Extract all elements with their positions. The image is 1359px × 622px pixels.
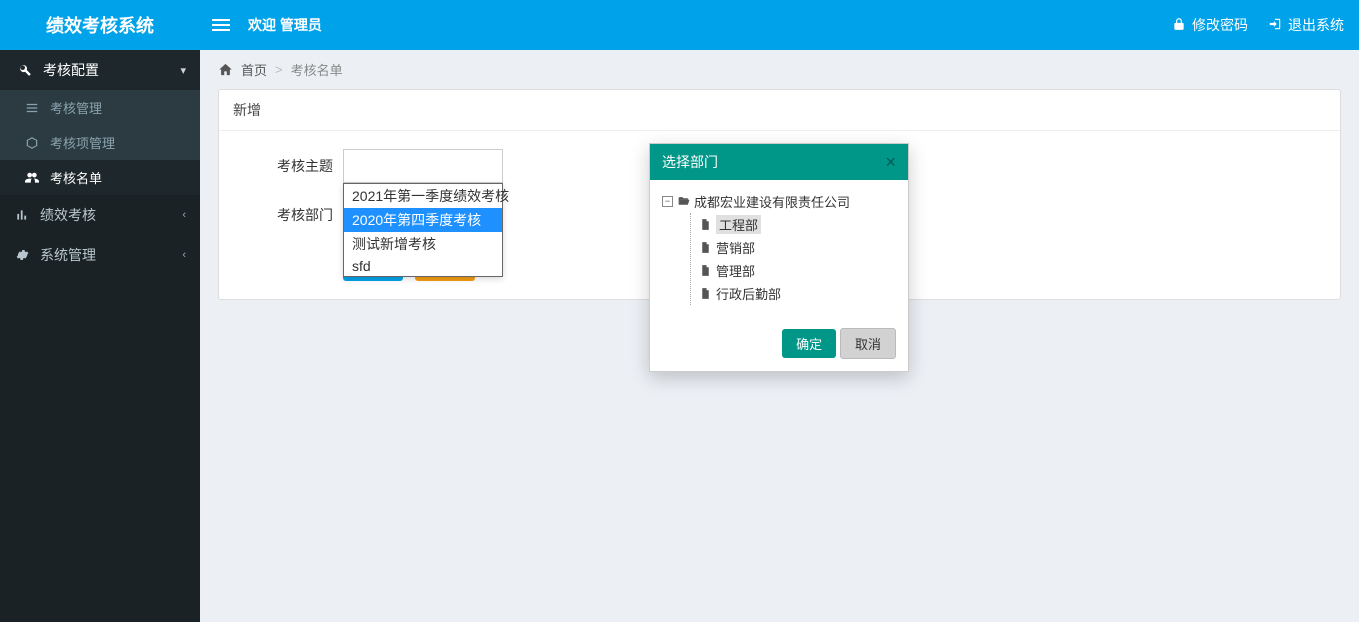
sidebar-group-label: 系统管理 xyxy=(40,245,96,265)
sidebar-item-label: 考核管理 xyxy=(50,98,102,117)
app-title: 绩效考核系统 xyxy=(0,0,200,50)
dept-label: 考核部门 xyxy=(243,205,333,225)
chevron-down-icon: ▾ xyxy=(180,64,186,77)
change-password-link[interactable]: 修改密码 xyxy=(1172,15,1248,35)
modal-ok-button[interactable]: 确定 xyxy=(782,329,836,358)
tree-children: 工程部营销部管理部行政后勤部 xyxy=(690,213,896,305)
welcome-text: 欢迎 管理员 xyxy=(248,15,322,35)
home-icon xyxy=(218,62,233,78)
modal-title: 选择部门 xyxy=(662,152,718,172)
lock-icon xyxy=(1172,17,1186,34)
modal-footer: 确定 取消 xyxy=(650,320,908,371)
sidebar-group-assessment-config[interactable]: 考核配置 ▾ xyxy=(0,50,200,90)
modal-body: − 成都宏业建设有限责任公司 工程部营销部管理部行政后勤部 xyxy=(650,180,908,320)
sidebar-group-label: 绩效考核 xyxy=(40,205,96,225)
folder-open-icon xyxy=(677,194,690,209)
sidebar-submenu-assessment-config: 考核管理 考核项管理 考核名单 xyxy=(0,90,200,195)
breadcrumb-separator: > xyxy=(275,62,283,77)
modal-header: 选择部门 × xyxy=(650,144,908,180)
tree-root[interactable]: − 成都宏业建设有限责任公司 xyxy=(662,190,896,213)
sidebar-group-performance[interactable]: 绩效考核 ‹ xyxy=(0,195,200,235)
change-password-label: 修改密码 xyxy=(1192,15,1248,35)
panel: 新增 考核主题 2021年第一季度绩效考核2020年第四季度考核测试新增考核sf… xyxy=(218,89,1341,300)
panel-body: 考核主题 2021年第一季度绩效考核2020年第四季度考核测试新增考核sfd 考… xyxy=(219,131,1340,299)
users-icon xyxy=(24,171,40,185)
cube-icon xyxy=(24,136,40,150)
theme-select[interactable]: 2021年第一季度绩效考核2020年第四季度考核测试新增考核sfd xyxy=(343,149,503,183)
dept-tree: − 成都宏业建设有限责任公司 工程部营销部管理部行政后勤部 xyxy=(662,190,896,305)
file-icon xyxy=(699,240,712,255)
wrench-icon xyxy=(17,63,33,77)
top-right: 修改密码 退出系统 xyxy=(1172,15,1359,35)
menu-toggle-icon[interactable] xyxy=(212,16,230,34)
tree-root-label: 成都宏业建设有限责任公司 xyxy=(694,192,850,211)
tree-collapse-icon[interactable]: − xyxy=(662,196,673,207)
tree-node-label: 行政后勤部 xyxy=(716,284,781,303)
sidebar: 考核配置 ▾ 考核管理 考核项管理 考核名单 绩效考核 ‹ 系统管理 xyxy=(0,50,200,622)
main-area: 首页 > 考核名单 新增 考核主题 2021年第一季度绩效考核2020年第四季度… xyxy=(200,50,1359,622)
theme-select-input[interactable] xyxy=(343,149,503,183)
close-icon[interactable]: × xyxy=(885,153,896,171)
tree-node[interactable]: 工程部 xyxy=(699,213,896,236)
sidebar-item-assessment-roster[interactable]: 考核名单 xyxy=(0,160,200,195)
file-icon xyxy=(699,286,712,301)
chevron-left-icon: ‹ xyxy=(182,209,186,221)
breadcrumb: 首页 > 考核名单 xyxy=(200,50,1359,89)
sidebar-item-assessment-mgmt[interactable]: 考核管理 xyxy=(0,90,200,125)
theme-label: 考核主题 xyxy=(243,156,333,176)
logout-label: 退出系统 xyxy=(1288,15,1344,35)
sidebar-item-assessment-item-mgmt[interactable]: 考核项管理 xyxy=(0,125,200,160)
file-icon xyxy=(699,217,712,232)
tree-node[interactable]: 管理部 xyxy=(699,259,896,282)
chevron-left-icon: ‹ xyxy=(182,249,186,261)
breadcrumb-home[interactable]: 首页 xyxy=(241,60,267,79)
modal-cancel-button[interactable]: 取消 xyxy=(840,328,896,359)
theme-option[interactable]: 测试新增考核 xyxy=(344,232,502,256)
sidebar-item-label: 考核项管理 xyxy=(50,133,115,152)
logout-link[interactable]: 退出系统 xyxy=(1268,15,1344,35)
sidebar-group-system[interactable]: 系统管理 ‹ xyxy=(0,235,200,275)
theme-option[interactable]: 2021年第一季度绩效考核 xyxy=(344,184,502,208)
file-icon xyxy=(699,263,712,278)
tree-node[interactable]: 营销部 xyxy=(699,236,896,259)
logout-icon xyxy=(1268,17,1282,34)
sidebar-group-label: 考核配置 xyxy=(43,60,99,80)
panel-title: 新增 xyxy=(219,90,1340,131)
top-bar: 绩效考核系统 欢迎 管理员 修改密码 退出系统 xyxy=(0,0,1359,50)
gear-icon xyxy=(14,248,30,262)
theme-dropdown: 2021年第一季度绩效考核2020年第四季度考核测试新增考核sfd xyxy=(343,183,503,277)
bar-chart-icon xyxy=(14,208,30,222)
sidebar-item-label: 考核名单 xyxy=(50,168,102,187)
tree-node-label: 营销部 xyxy=(716,238,755,257)
tree-node-label: 工程部 xyxy=(716,215,761,234)
dept-picker-modal: 选择部门 × − 成都宏业建设有限责任公司 工程部营销部管理部行政后勤部 xyxy=(649,143,909,372)
tree-node-label: 管理部 xyxy=(716,261,755,280)
list-icon xyxy=(24,101,40,115)
top-left: 欢迎 管理员 xyxy=(200,15,322,35)
theme-option[interactable]: 2020年第四季度考核 xyxy=(344,208,502,232)
breadcrumb-current: 考核名单 xyxy=(291,60,343,79)
tree-node[interactable]: 行政后勤部 xyxy=(699,282,896,305)
theme-option[interactable]: sfd xyxy=(344,256,502,276)
